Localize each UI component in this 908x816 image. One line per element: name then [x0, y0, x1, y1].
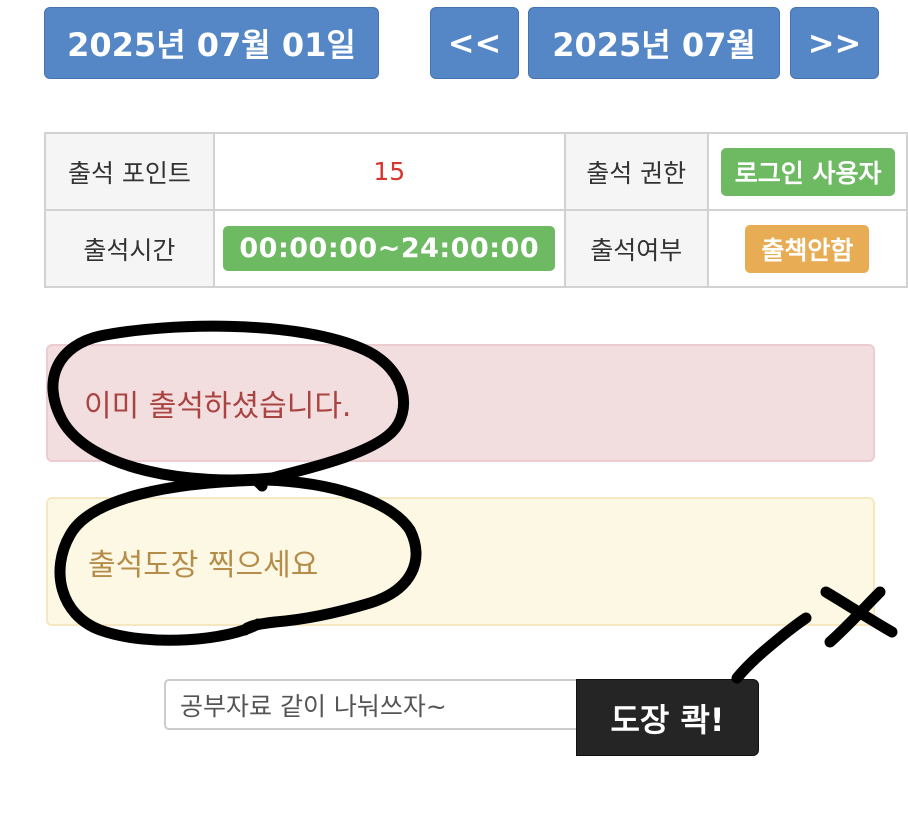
- time-badge: 00:00:00~24:00:00: [223, 226, 556, 271]
- already-attended-alert: 이미 출석하셨습니다.: [46, 344, 875, 462]
- current-date-button[interactable]: 2025년 07월 01일: [44, 7, 379, 79]
- scribble-line-to-button: [731, 612, 812, 684]
- stamp-button[interactable]: 도장 콱!: [576, 679, 759, 756]
- permission-label: 출석 권한: [563, 132, 709, 211]
- table-row: 출석 포인트 15 출석 권한 로그인 사용자: [44, 132, 908, 211]
- memo-input[interactable]: [164, 679, 578, 730]
- time-cell: 00:00:00~24:00:00: [212, 209, 566, 288]
- permission-badge: 로그인 사용자: [720, 147, 896, 196]
- current-month-button[interactable]: 2025년 07월: [528, 7, 780, 79]
- attendance-info-table: 출석 포인트 15 출석 권한 로그인 사용자 출석시간 00:00:00~24…: [44, 132, 908, 288]
- status-cell: 출책안함: [706, 209, 908, 288]
- status-label: 출석여부: [563, 209, 709, 288]
- already-attended-text: 이미 출석하셨습니다.: [84, 389, 352, 424]
- point-label: 출석 포인트: [44, 132, 215, 211]
- attendance-page: 2025년 07월 01일 << 2025년 07월 >> 출석 포인트 15 …: [0, 0, 908, 816]
- time-label: 출석시간: [44, 209, 215, 288]
- table-row: 출석시간 00:00:00~24:00:00 출석여부 출책안함: [44, 209, 908, 288]
- stamp-prompt-alert: 출석도장 찍으세요: [46, 497, 875, 626]
- point-value: 15: [212, 132, 566, 211]
- status-badge: 출책안함: [745, 224, 870, 273]
- next-month-button[interactable]: >>: [790, 7, 879, 79]
- permission-cell: 로그인 사용자: [706, 132, 908, 211]
- prev-month-button[interactable]: <<: [430, 7, 519, 79]
- stamp-prompt-text: 출석도장 찍으세요: [88, 547, 319, 583]
